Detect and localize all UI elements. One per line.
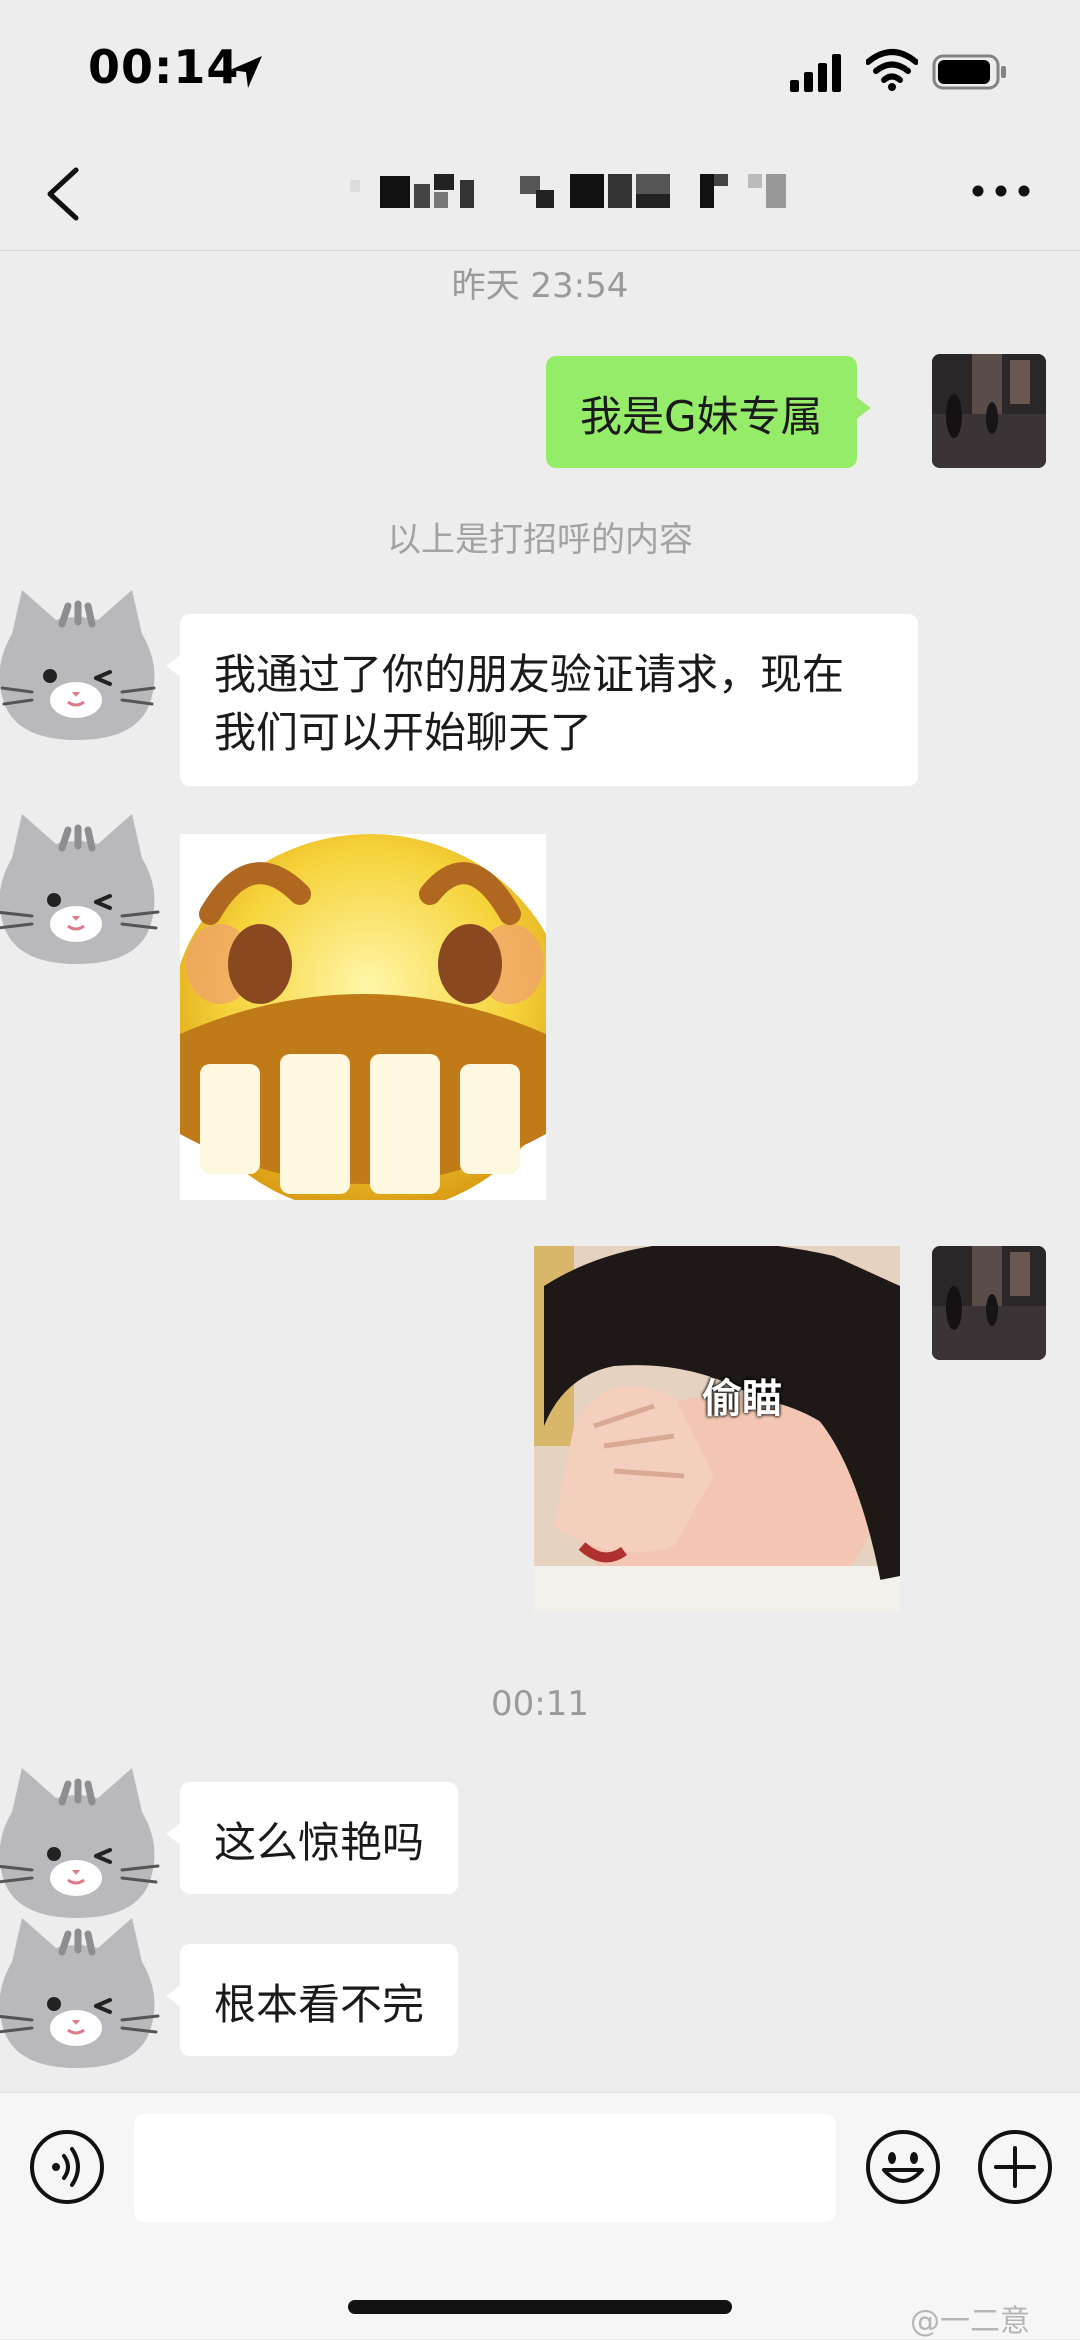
status-time: 00:14 [88, 40, 240, 94]
home-indicator [348, 2300, 732, 2314]
back-chevron-icon[interactable] [40, 162, 88, 226]
emoji-icon[interactable] [864, 2128, 942, 2206]
friend-cat-avatar[interactable] [0, 584, 162, 744]
peeking-child-sticker[interactable]: 偷瞄 [534, 1246, 900, 1612]
message-timestamp: 昨天 23:54 [451, 266, 629, 306]
friend-message-bubble[interactable]: 根本看不完 [165, 1944, 459, 2056]
battery-icon [932, 54, 1006, 90]
chat-title-pixelated [340, 170, 800, 214]
location-arrow-icon [230, 56, 262, 88]
voice-input-icon[interactable] [28, 2128, 106, 2206]
friend-message-bubble[interactable]: 这么惊艳吗 [165, 1782, 459, 1894]
system-notice: 以上是打招呼的内容 [387, 520, 693, 560]
self-avatar[interactable] [932, 354, 1046, 468]
cellular-signal-icon [790, 54, 841, 92]
wifi-icon [866, 49, 918, 91]
self-message-bubble[interactable]: 我是G妹专属 [546, 356, 871, 468]
friend-cat-avatar[interactable] [0, 1762, 162, 1922]
self-avatar[interactable] [932, 1246, 1046, 1360]
message-input[interactable] [134, 2114, 836, 2222]
more-options-icon[interactable] [966, 166, 1036, 216]
watermark: @一二意 [910, 2304, 1030, 2339]
grinning-emoji-sticker[interactable] [180, 834, 546, 1200]
plus-icon[interactable] [976, 2128, 1054, 2206]
friend-message-bubble[interactable]: 我通过了你的朋友验证请求，现在我们可以开始聊天了 [166, 614, 918, 786]
friend-cat-avatar[interactable] [0, 1912, 162, 2072]
sticker-caption: 偷瞄 [702, 1376, 782, 1422]
message-timestamp: 00:11 [491, 1684, 589, 1724]
friend-cat-avatar[interactable] [0, 808, 162, 968]
